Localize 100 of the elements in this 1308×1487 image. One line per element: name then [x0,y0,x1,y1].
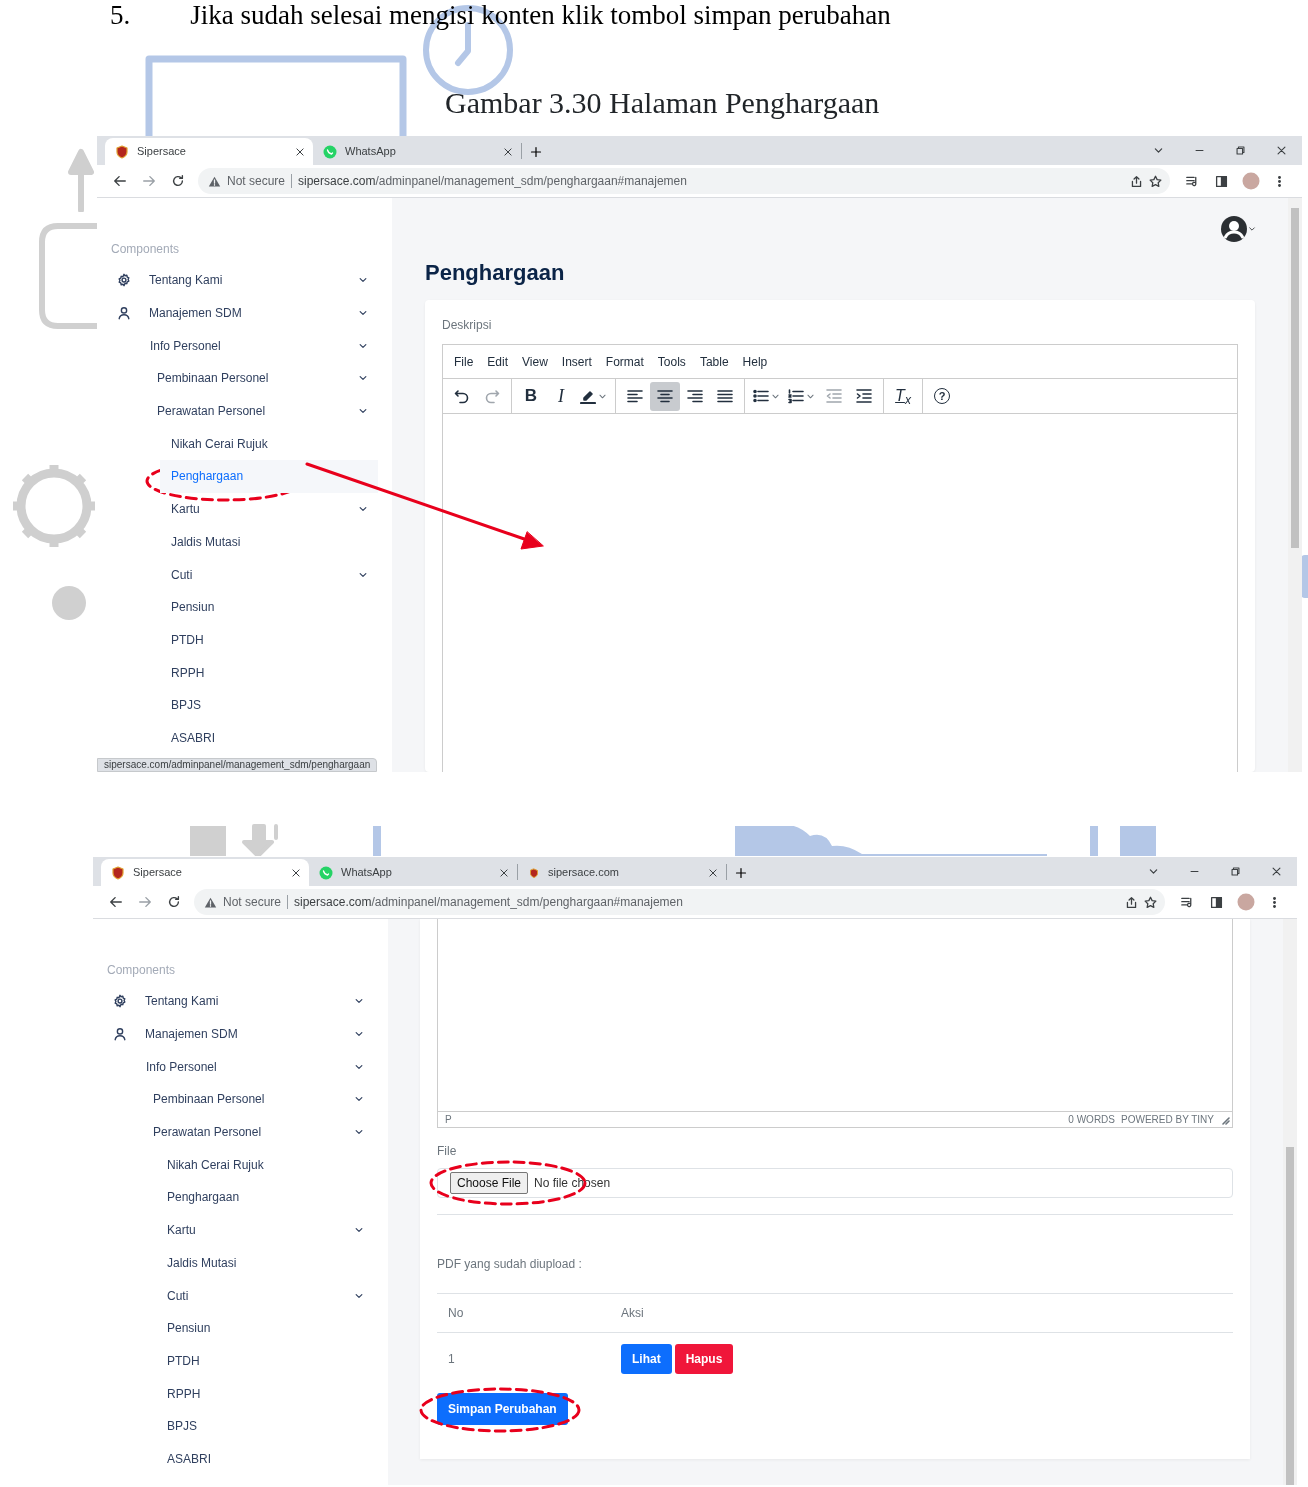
sidebar-item[interactable]: Nikah Cerai Rujuk [97,427,378,461]
square-drawing [190,826,226,856]
sidebar-item[interactable]: Pembinaan Personel [97,362,378,395]
restore-icon[interactable] [1230,866,1241,877]
action-button[interactable]: Hapus [674,1344,734,1374]
restore-icon[interactable] [1235,145,1246,156]
side-panel-icon[interactable] [1215,174,1228,188]
sidebar-item[interactable]: Penghargaan [160,460,378,493]
section-heading: Components [110,241,180,256]
close-icon[interactable] [503,146,513,157]
reload-icon[interactable] [170,174,185,188]
scrollbar[interactable] [1288,198,1302,772]
sidebar-item[interactable]: Kartu [93,1213,374,1247]
close-icon[interactable] [1271,866,1282,877]
address-bar[interactable]: Not secure sipersace.com/adminpanel/management_sdm/penghargaan#manajemen [194,889,1165,915]
sidebar-item[interactable]: RPPH [93,1377,374,1410]
sidebar-item[interactable]: Cuti [97,558,378,591]
sidebar-item[interactable]: Pensiun [93,1311,374,1345]
share-icon[interactable] [1125,895,1138,909]
dot-drawing [51,585,87,621]
sidebar-item[interactable]: Pembinaan Personel [93,1083,374,1116]
action-button[interactable]: Lihat [621,1344,672,1374]
star-icon[interactable] [1144,895,1157,909]
menu-item[interactable]: View [515,350,555,373]
chevron-down-icon [1248,225,1256,233]
sidebar-item[interactable]: Manajemen SDM [97,296,378,330]
menu-item[interactable]: Insert [554,350,599,373]
sidebar-item[interactable]: PTDH [93,1344,374,1378]
sidebar-item[interactable]: Perawatan Personel [97,394,378,428]
close-icon[interactable] [499,867,509,878]
back-icon[interactable] [108,895,123,909]
bullets-icon [753,388,769,404]
media-icon[interactable] [1181,895,1194,909]
toolbar-button[interactable]: ? [927,381,957,411]
redo-icon [484,388,500,404]
toolbar-button[interactable] [650,381,680,411]
resize-grip-icon[interactable] [1220,1114,1230,1125]
sidebar-item[interactable]: Tentang Kami [97,264,378,297]
shield-icon [528,866,540,879]
sidebar-item[interactable]: Pensiun [97,590,378,624]
up-arrow-icon [68,148,94,212]
menu-item[interactable]: Table [692,350,736,373]
branding-link[interactable]: POWERED BY TINY [1121,1112,1214,1127]
sidebar-item[interactable]: Info Personel [93,1050,374,1084]
address-bar[interactable]: Not secure sipersace.com/adminpanel/management_sdm/penghargaan#manajemen [198,168,1170,194]
media-icon[interactable] [1186,174,1199,188]
reload-icon[interactable] [166,895,181,909]
close-icon[interactable] [295,146,305,157]
sidebar-item[interactable]: ASABRI [97,721,378,755]
chevron-down-icon[interactable] [1153,145,1164,156]
scrollbar[interactable] [1283,919,1297,1485]
star-icon[interactable] [1149,174,1162,188]
back-icon[interactable] [112,174,127,188]
numbers-icon [788,388,804,404]
menu-item[interactable]: Edit [480,350,516,373]
chevron-down-icon[interactable] [1148,866,1159,877]
sidebar-item[interactable]: Penghargaan [93,1181,374,1214]
sidebar-item[interactable]: Kartu [97,492,378,526]
toolbar-button[interactable]: B [516,381,546,411]
menu-item[interactable]: Tools [650,350,693,373]
align-left-icon [627,388,643,404]
side-panel-icon[interactable] [1210,895,1223,909]
sidebar-item[interactable]: Cuti [93,1279,374,1312]
sidebar-item[interactable]: PTDH [97,623,378,657]
browser-tab[interactable]: sipersace.com [518,859,726,886]
sidebar-item[interactable]: ASABRI [93,1442,374,1476]
browser-tab[interactable]: WhatsApp [313,138,521,165]
sidebar-item[interactable]: Nikah Cerai Rujuk [93,1148,374,1182]
shield-icon [115,144,129,159]
link-preview: sipersace.com/adminpanel/management_sdm/penghargaan [97,758,378,772]
outdent-icon [826,388,842,404]
save-button[interactable]: Simpan Perubahan [437,1393,568,1425]
sidebar-item[interactable]: RPPH [97,656,378,689]
sidebar-item[interactable]: Perawatan Personel [93,1115,374,1149]
share-icon[interactable] [1130,174,1143,188]
section-heading: Components [106,962,176,977]
warning-icon [208,174,221,188]
sidebar-item[interactable]: BPJS [93,1409,374,1443]
browser-tab[interactable]: Sipersace [101,859,309,886]
menu-item[interactable]: Help [735,350,775,373]
justify-icon [717,388,733,404]
toolbar-button[interactable]: T$_{x}$ [888,381,918,411]
sidebar-item[interactable]: Tentang Kami [93,985,374,1018]
sidebar-item[interactable]: BPJS [97,688,378,722]
close-icon[interactable] [291,867,301,878]
align-right-icon [687,388,703,404]
close-icon[interactable] [708,867,718,878]
warning-icon [204,895,217,909]
toolbar-button[interactable]: I [546,381,576,411]
user-avatar-icon[interactable] [1220,215,1248,243]
browser-tab[interactable]: Sipersace [105,138,313,165]
undo-icon [454,388,470,404]
sidebar-item[interactable]: Jaldis Mutasi [97,525,378,559]
sidebar-item[interactable]: Manajemen SDM [93,1017,374,1051]
sidebar-item[interactable]: Jaldis Mutasi [93,1246,374,1280]
browser-tab[interactable]: WhatsApp [309,859,517,886]
menu-item[interactable]: File [447,350,481,373]
menu-item[interactable]: Format [598,350,651,373]
close-icon[interactable] [1276,145,1287,156]
sidebar-item[interactable]: Info Personel [97,329,378,363]
